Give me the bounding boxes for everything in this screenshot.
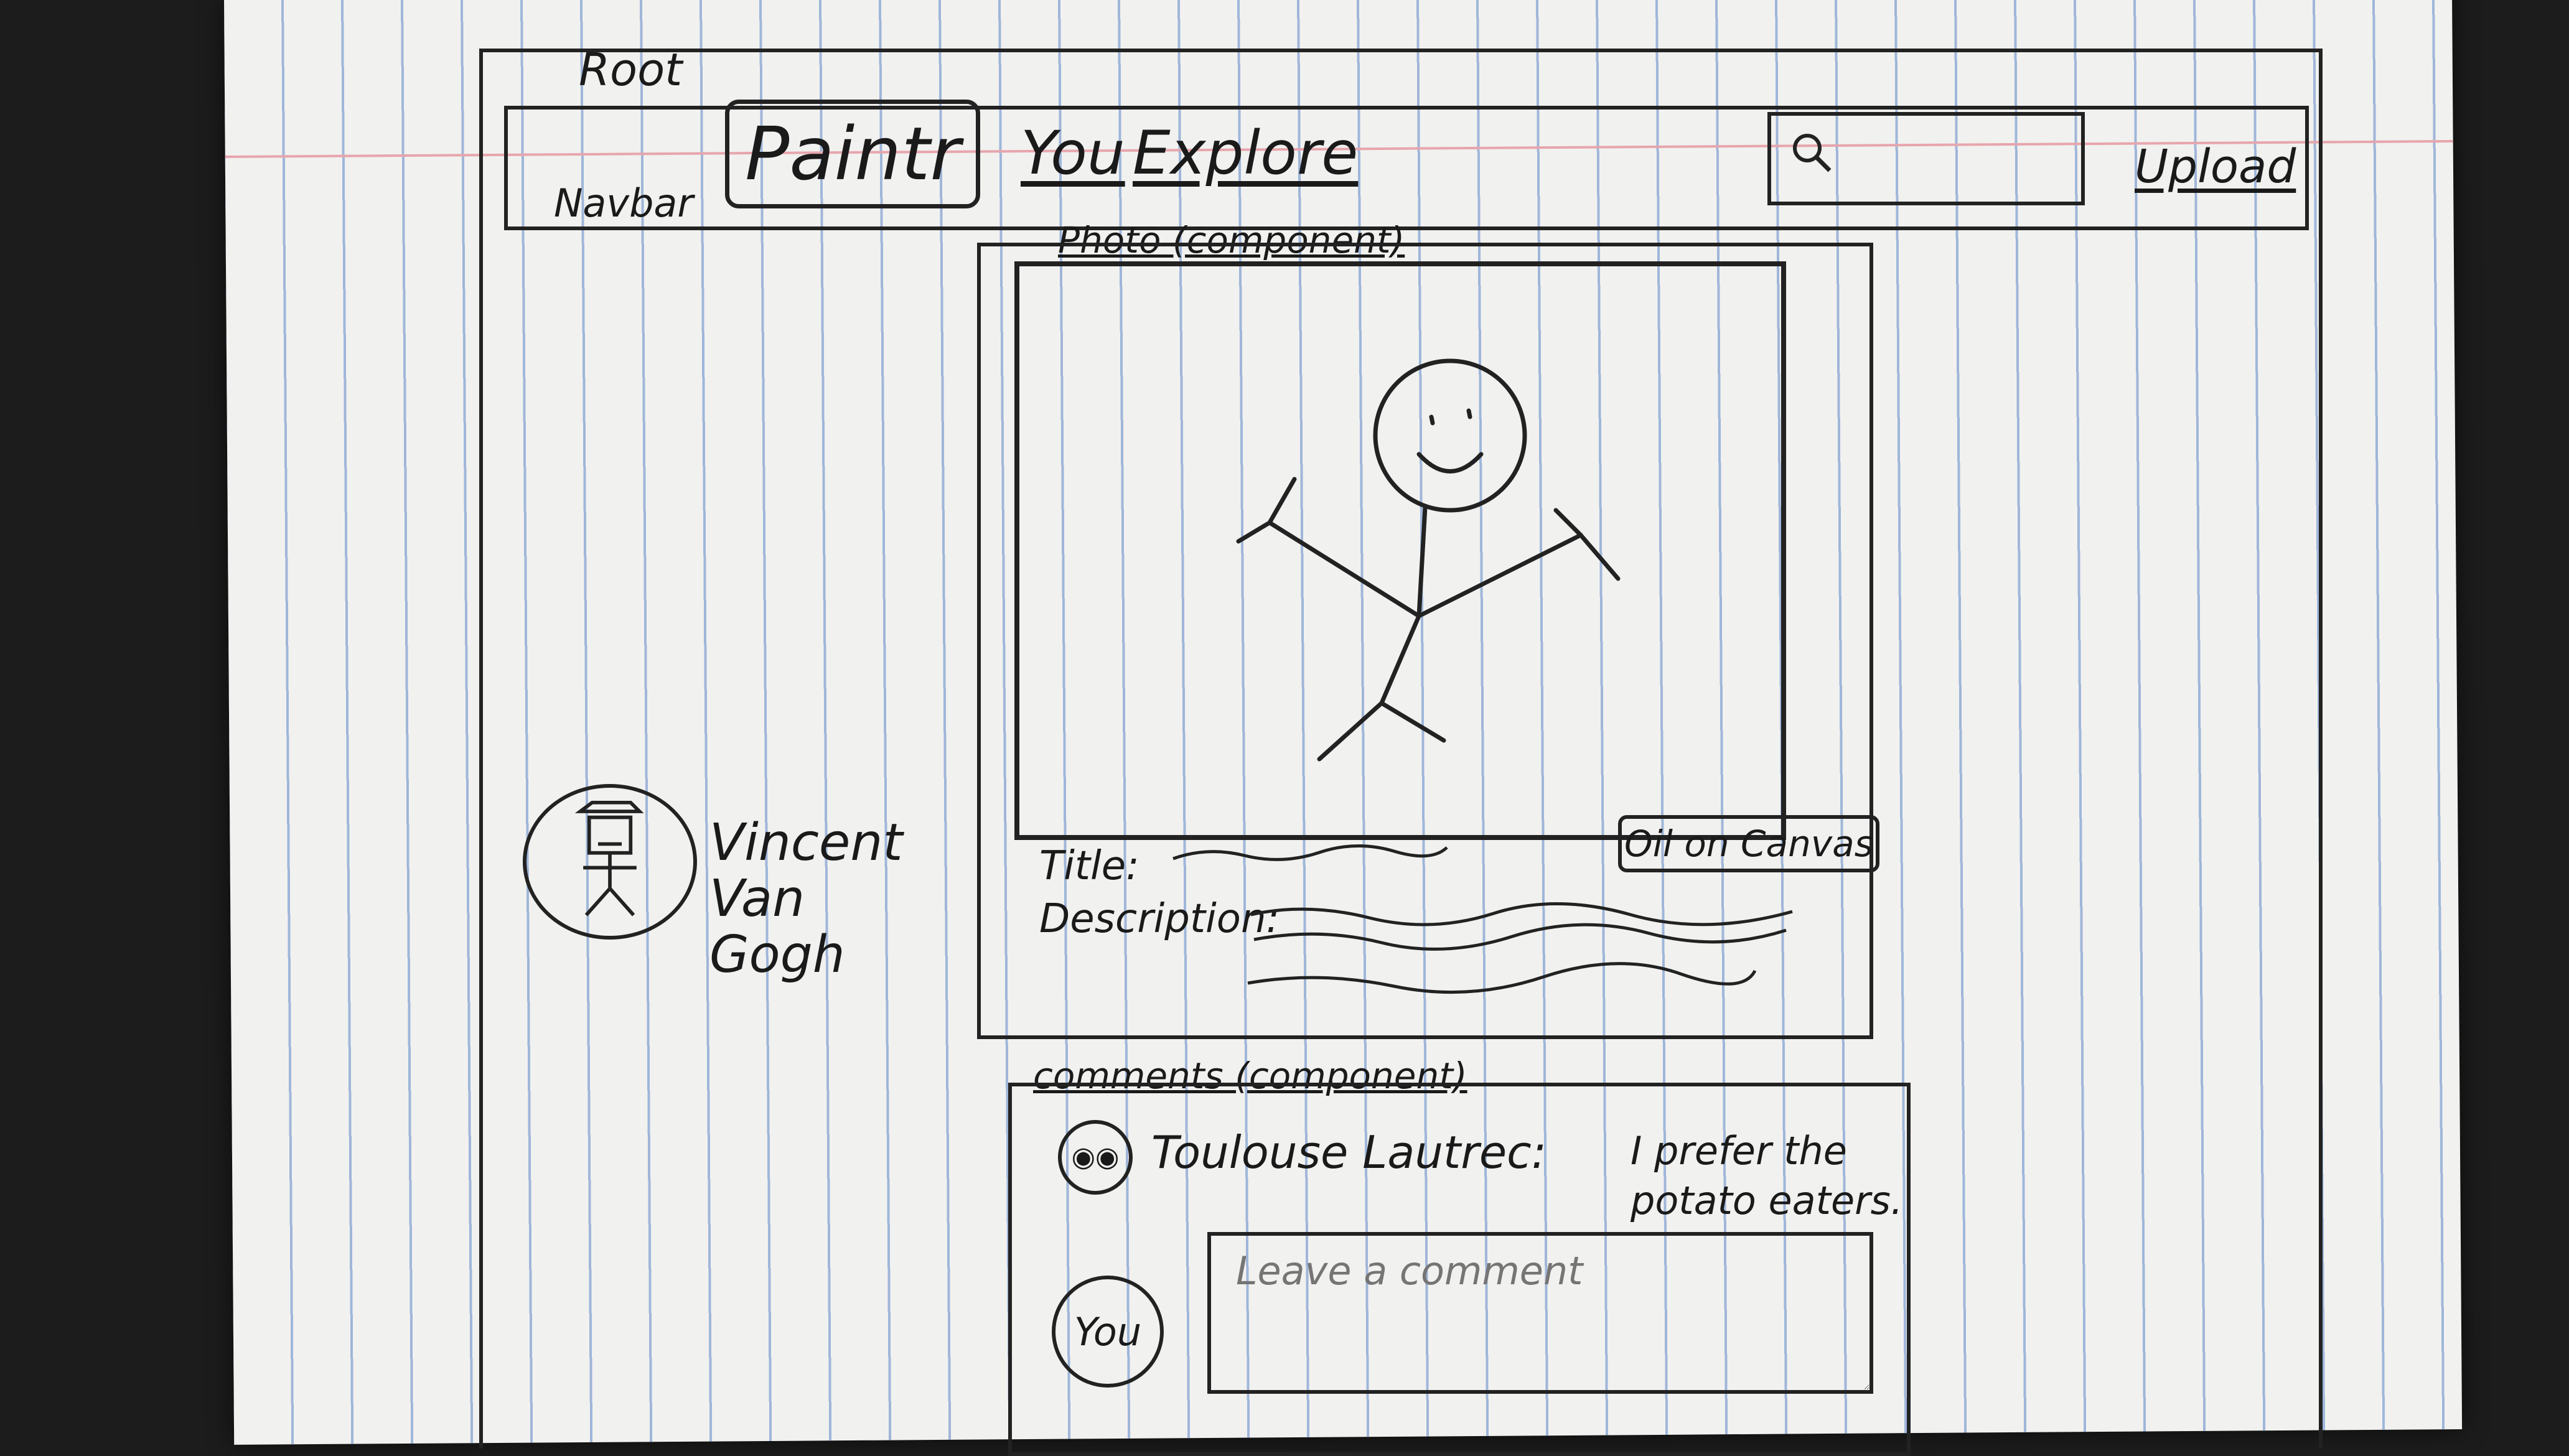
description-label: Description: xyxy=(1039,896,1280,942)
nav-link-you[interactable]: You xyxy=(1021,118,1125,188)
navbar-label: Navbar xyxy=(554,180,693,226)
medium-tag: Oil on Canvas xyxy=(1618,815,1879,872)
description-scribble xyxy=(1247,902,1793,994)
root-label: Root xyxy=(579,44,683,96)
brand-logo[interactable]: Paintr xyxy=(725,100,980,208)
search-input[interactable] xyxy=(1767,112,2085,205)
artist-avatar[interactable] xyxy=(523,784,697,940)
stick-figure-painting xyxy=(1236,358,1621,762)
current-user-avatar: You xyxy=(1052,1276,1164,1388)
search-icon xyxy=(1793,134,1832,172)
upload-link[interactable]: Upload xyxy=(2135,140,2296,194)
nav-link-explore[interactable]: Explore xyxy=(1133,118,1358,188)
comment-input[interactable] xyxy=(1207,1232,1873,1394)
artist-name[interactable]: Vincent Van Gogh xyxy=(709,815,915,983)
title-scribble xyxy=(1172,844,1448,861)
comment-text: I prefer the potato eaters. xyxy=(1631,1128,1903,1223)
title-label: Title: xyxy=(1039,843,1139,889)
comment-author[interactable]: Toulouse Lautrec: xyxy=(1151,1126,1547,1178)
artist-figure-icon xyxy=(574,800,644,917)
commenter-avatar[interactable]: ◉◉ xyxy=(1058,1120,1133,1195)
